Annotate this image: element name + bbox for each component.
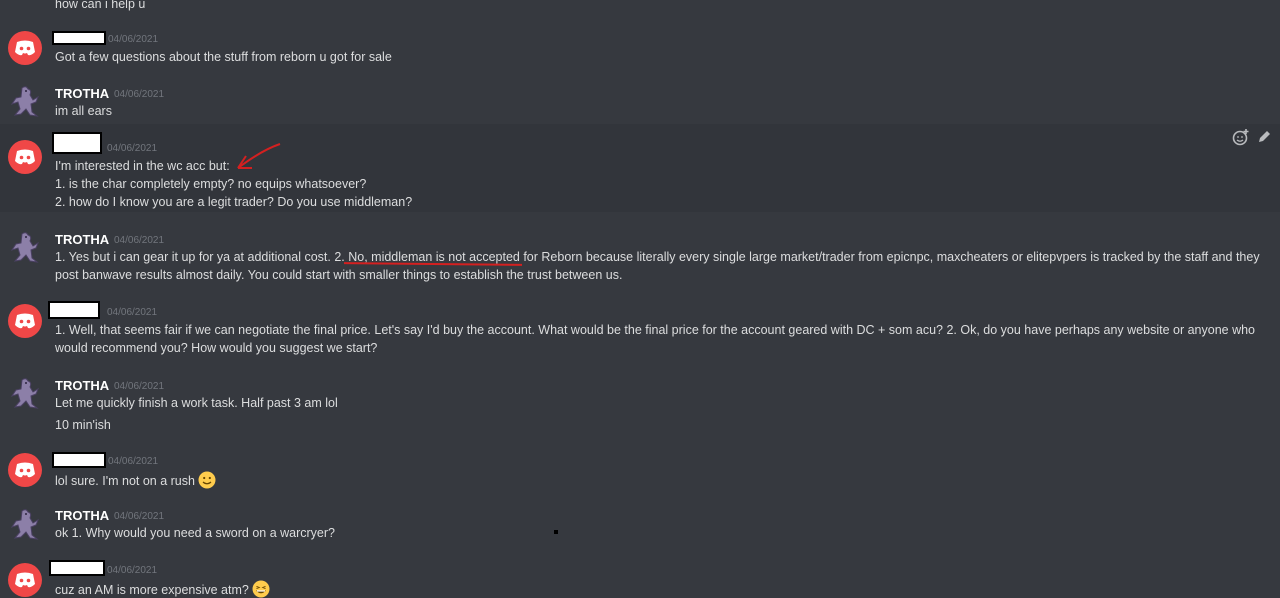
discord-logo-icon [15, 462, 35, 478]
message-text: 1. Yes but i can gear it up for ya at ad… [55, 250, 1260, 282]
message-timestamp: 04/06/2021 [114, 89, 165, 100]
message-text: 10 min'ish [55, 418, 111, 432]
message-text-content: lol sure. I'm not on a rush [55, 474, 195, 488]
message-author[interactable]: TROTHA [55, 232, 109, 247]
message-author[interactable]: TROTHA [55, 86, 109, 101]
redacted-username [52, 31, 106, 45]
chat-message-list[interactable]: how can i help u 04/06/2021 Got a few qu… [0, 0, 1280, 598]
discord-logo-icon [15, 572, 35, 588]
message-text: 2. how do I know you are a legit trader?… [55, 195, 413, 209]
message-timestamp: 04/06/2021 [114, 381, 165, 392]
message-text-content: cuz an AM is more expensive atm? [55, 583, 249, 597]
message-hover-toolbar [1232, 124, 1280, 150]
grinning-squinting-face-emoji [252, 580, 270, 598]
message-timestamp: 04/06/2021 [108, 34, 159, 45]
mewtwo-avatar-icon [10, 509, 40, 540]
red-arrow-annotation [237, 143, 281, 169]
user-avatar[interactable] [8, 507, 42, 541]
redacted-username [49, 560, 105, 576]
message-text: how can i help u [55, 0, 146, 11]
message-text: 1. Well, that seems fair if we can negot… [55, 323, 1255, 355]
message-timestamp: 04/06/2021 [114, 235, 165, 246]
add-reaction-icon[interactable] [1232, 128, 1250, 146]
user-avatar[interactable] [8, 84, 42, 118]
discord-logo-icon [15, 40, 35, 56]
message-text: lol sure. I'm not on a rush [55, 471, 216, 489]
redacted-username [52, 452, 106, 468]
message-author[interactable]: TROTHA [55, 508, 109, 523]
user-avatar[interactable] [8, 376, 42, 410]
user-avatar[interactable] [8, 140, 42, 174]
message-author[interactable]: TROTHA [55, 378, 109, 393]
message-timestamp: 04/06/2021 [107, 307, 158, 318]
mewtwo-avatar-icon [10, 232, 40, 263]
message-timestamp: 04/06/2021 [107, 143, 158, 154]
message-timestamp: 04/06/2021 [107, 565, 158, 576]
message-text: Got a few questions about the stuff from… [55, 50, 392, 64]
user-avatar[interactable] [8, 304, 42, 338]
discord-logo-icon [15, 149, 35, 165]
mewtwo-avatar-icon [10, 378, 40, 409]
slightly-smiling-face-emoji [198, 471, 216, 489]
stray-dot [554, 530, 558, 534]
user-avatar[interactable] [8, 230, 42, 264]
message-text: I'm interested in the wc acc but: [55, 159, 230, 173]
redacted-username [52, 132, 102, 154]
message-text: cuz an AM is more expensive atm? [55, 580, 270, 598]
user-avatar[interactable] [8, 563, 42, 597]
discord-logo-icon [15, 313, 35, 329]
user-avatar[interactable] [8, 31, 42, 65]
message-text: im all ears [55, 104, 112, 118]
message-timestamp: 04/06/2021 [108, 456, 159, 467]
message-text: ok 1. Why would you need a sword on a wa… [55, 526, 335, 540]
message-text: Let me quickly finish a work task. Half … [55, 396, 338, 410]
message-text: 1. is the char completely empty? no equi… [55, 177, 367, 191]
edit-pencil-icon[interactable] [1256, 129, 1272, 145]
user-avatar[interactable] [8, 453, 42, 487]
message-timestamp: 04/06/2021 [114, 511, 165, 522]
redacted-username [48, 301, 100, 319]
mewtwo-avatar-icon [10, 86, 40, 117]
